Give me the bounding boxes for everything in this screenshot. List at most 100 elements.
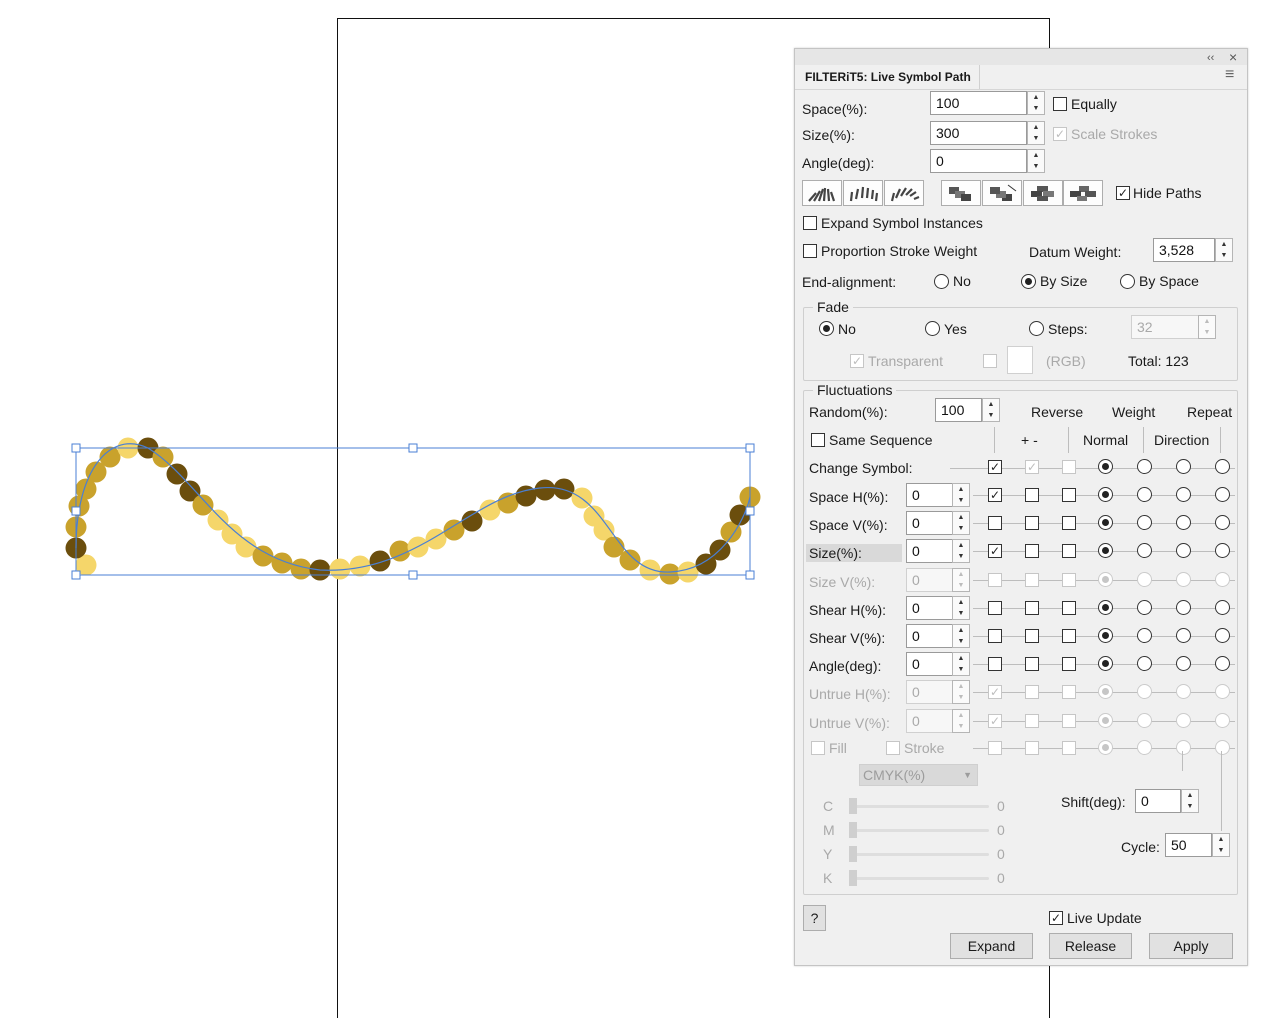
fill-row-radio[interactable] [1176,740,1191,755]
change-symbol-radio[interactable] [1137,459,1152,474]
selection-handle[interactable] [71,506,81,516]
fluct-weight-radio[interactable] [1137,684,1152,699]
fluct-weight-radio[interactable] [1098,487,1113,502]
fluct-minus-checkbox[interactable] [1062,601,1076,615]
fluct-row-stepper[interactable]: ▲ ▼ [952,483,970,507]
fade-steps-radio[interactable] [1029,321,1044,336]
selection-handle[interactable] [408,443,418,453]
cmyk-slider[interactable] [849,805,989,808]
fluct-minus-checkbox[interactable] [1062,516,1076,530]
fluct-weight-radio[interactable] [1098,684,1113,699]
cmyk-slider-thumb[interactable] [849,870,857,886]
live-update-checkbox[interactable]: ✓ [1049,911,1063,925]
fluct-reverse-checkbox[interactable] [988,657,1002,671]
fluct-reverse-checkbox[interactable]: ✓ [988,488,1002,502]
fluct-reverse-checkbox[interactable]: ✓ [988,714,1002,728]
fluct-row-stepper[interactable]: ▲ ▼ [952,511,970,535]
change-symbol-minus-checkbox[interactable] [1062,460,1076,474]
fluct-weight-radio[interactable] [1176,656,1191,671]
fluct-weight-radio[interactable] [1137,656,1152,671]
fluct-row-stepper[interactable]: ▲ ▼ [952,624,970,648]
fluct-weight-radio[interactable] [1176,684,1191,699]
cycle-input[interactable]: 50 [1165,833,1212,857]
fluct-reverse-checkbox[interactable]: ✓ [988,685,1002,699]
fluct-minus-checkbox[interactable] [1062,488,1076,502]
fluct-row-input[interactable]: 0 [906,539,953,563]
change-symbol-reverse-checkbox[interactable]: ✓ [988,460,1002,474]
fluct-plus-checkbox[interactable] [1025,714,1039,728]
fade-yes-radio[interactable] [925,321,940,336]
fluct-weight-radio[interactable] [1215,543,1230,558]
close-icon[interactable]: × [1229,48,1237,66]
fluct-minus-checkbox[interactable] [1062,629,1076,643]
fluct-row-stepper[interactable]: ▲ ▼ [952,680,970,704]
fluct-minus-checkbox[interactable] [1062,685,1076,699]
layer-alt-button[interactable] [1023,180,1063,206]
fill-row-checkbox[interactable] [988,741,1002,755]
change-symbol-radio[interactable] [1176,459,1191,474]
selection-handle[interactable] [71,443,81,453]
fade-steps-input[interactable]: 32 [1131,315,1199,339]
change-symbol-radio[interactable] [1098,459,1113,474]
fluct-weight-radio[interactable] [1098,543,1113,558]
fluct-weight-radio[interactable] [1215,713,1230,728]
datum-weight-input[interactable]: 3,528 mi [1153,238,1215,262]
fill-row-checkbox[interactable] [1025,741,1039,755]
cmyk-slider-thumb[interactable] [849,798,857,814]
fluct-row-input[interactable]: 0 [906,680,953,704]
cmyk-slider-thumb[interactable] [849,846,857,862]
fluct-minus-checkbox[interactable] [1062,573,1076,587]
fill-row-radio[interactable] [1137,740,1152,755]
fluct-weight-radio[interactable] [1215,600,1230,615]
fluct-weight-radio[interactable] [1215,684,1230,699]
selection-handle[interactable] [71,570,81,580]
equally-checkbox[interactable] [1053,97,1067,111]
layer-front-button[interactable] [941,180,981,206]
change-symbol-radio[interactable] [1215,459,1230,474]
cycle-stepper[interactable]: ▲ ▼ [1212,833,1230,857]
selection-handle[interactable] [745,570,755,580]
fade-steps-stepper[interactable]: ▲ ▼ [1198,315,1216,339]
random-input[interactable]: 100 [935,398,982,422]
fill-row-radio[interactable] [1098,740,1113,755]
fluct-weight-radio[interactable] [1137,600,1152,615]
fluct-reverse-checkbox[interactable] [988,516,1002,530]
color-mode-select[interactable]: CMYK(%) ▼ [859,764,978,786]
fluct-weight-radio[interactable] [1098,600,1113,615]
change-symbol-plus-checkbox[interactable]: ✓ [1025,460,1039,474]
space-stepper[interactable]: ▲ ▼ [1027,91,1045,115]
shift-input[interactable]: 0 [1135,789,1181,813]
fluct-weight-radio[interactable] [1176,600,1191,615]
fluct-weight-radio[interactable] [1098,572,1113,587]
fluct-reverse-checkbox[interactable] [988,601,1002,615]
fluct-weight-radio[interactable] [1215,628,1230,643]
transparent-checkbox[interactable]: ✓ [850,354,864,368]
fluct-weight-radio[interactable] [1215,515,1230,530]
random-stepper[interactable]: ▲ ▼ [982,398,1000,422]
angle-input[interactable]: 0 [930,149,1027,173]
fill-row-checkbox[interactable] [1062,741,1076,755]
fluct-minus-checkbox[interactable] [1062,544,1076,558]
fluct-weight-radio[interactable] [1176,572,1191,587]
fluct-weight-radio[interactable] [1098,515,1113,530]
panel-tab[interactable]: FILTERiT5: Live Symbol Path [797,65,980,89]
arc-fan-right-button[interactable] [884,180,924,206]
fluct-minus-checkbox[interactable] [1062,714,1076,728]
fluct-row-stepper[interactable]: ▲ ▼ [952,652,970,676]
fluct-weight-radio[interactable] [1137,572,1152,587]
size-input[interactable]: 300 [930,121,1027,145]
fluct-row-input[interactable]: 0 [906,511,953,535]
fluct-weight-radio[interactable] [1137,713,1152,728]
datum-weight-stepper[interactable]: ▲ ▼ [1215,238,1233,262]
cmyk-slider[interactable] [849,829,989,832]
fluct-row-input[interactable]: 0 [906,483,953,507]
fluct-weight-radio[interactable] [1215,572,1230,587]
expand-symbol-checkbox[interactable] [803,216,817,230]
same-sequence-checkbox[interactable] [811,433,825,447]
space-input[interactable]: 100 [930,91,1027,115]
cmyk-slider-thumb[interactable] [849,822,857,838]
fluct-reverse-checkbox[interactable] [988,573,1002,587]
fluct-reverse-checkbox[interactable] [988,629,1002,643]
fade-no-radio[interactable] [819,321,834,336]
fluct-weight-radio[interactable] [1176,628,1191,643]
